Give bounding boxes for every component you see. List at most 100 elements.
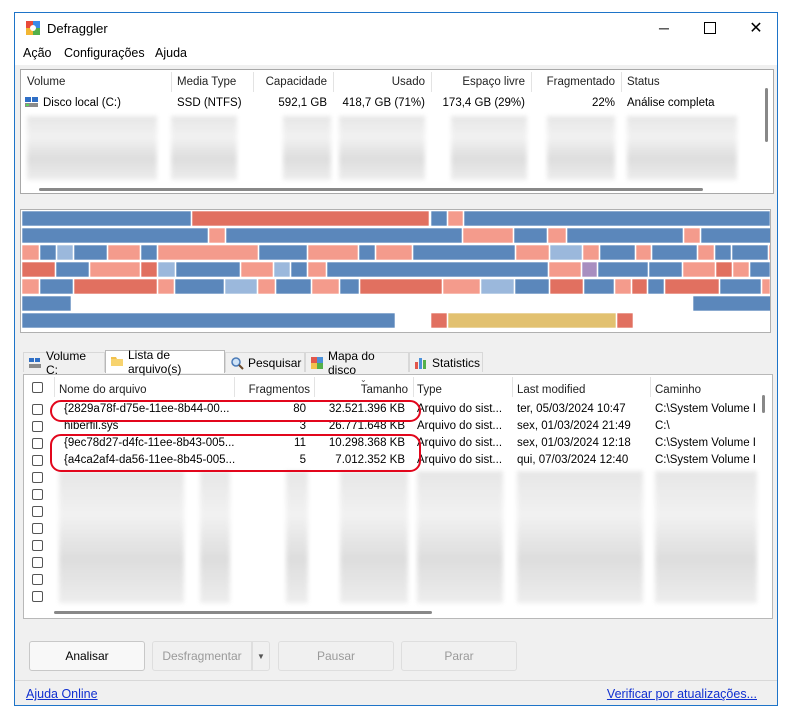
disk-block (597, 261, 649, 278)
disk-block (275, 278, 312, 295)
close-icon: ✕ (749, 20, 763, 37)
disk-block (714, 244, 732, 261)
file-checkbox[interactable] (32, 455, 43, 466)
defraggler-logo-icon (26, 21, 40, 35)
select-all-checkbox[interactable] (32, 382, 43, 393)
minimize-button[interactable]: ─ (641, 13, 687, 43)
drives-horizontal-scrollbar[interactable] (39, 188, 703, 191)
close-button[interactable]: ✕ (733, 13, 777, 43)
disk-block (21, 295, 72, 312)
disk-block (631, 278, 648, 295)
tab-search[interactable]: Pesquisar (225, 352, 305, 372)
files-vertical-scrollbar[interactable] (762, 395, 765, 413)
file-type: Arquivo do sist... (417, 403, 503, 415)
col-last-modified[interactable]: Last modified (517, 384, 585, 396)
disk-block (307, 261, 327, 278)
defrag-button[interactable]: Desfragmentar (152, 641, 252, 671)
disk-block (447, 312, 617, 329)
footer-divider (15, 680, 777, 681)
pause-button[interactable]: Pausar (278, 641, 394, 671)
blurred-area (339, 116, 425, 180)
file-checkbox[interactable] (32, 506, 43, 517)
app-window: Defraggler ─ ✕ Ação Configurações Ajuda … (14, 12, 778, 706)
file-checkbox[interactable] (32, 574, 43, 585)
disk-block (682, 261, 716, 278)
menu-configuracoes[interactable]: Configurações (64, 46, 145, 60)
tab-statistics[interactable]: Statistics (409, 352, 483, 372)
col-filename[interactable]: Nome do arquivo (59, 384, 147, 396)
menu-acao[interactable]: Ação (23, 46, 52, 60)
disk-block (107, 244, 141, 261)
disk-block (225, 227, 463, 244)
check-updates-link[interactable]: Verificar por atualizações... (607, 687, 757, 701)
file-checkbox[interactable] (32, 540, 43, 551)
col-status[interactable]: Status (627, 76, 660, 88)
tab-file-list[interactable]: Lista de arquivo(s) (105, 348, 225, 376)
col-path[interactable]: Caminho (655, 384, 701, 396)
tab-disk-map[interactable]: Mapa do disco (305, 349, 409, 377)
disk-block (21, 261, 56, 278)
file-path: C:\System Volume Ir (655, 454, 755, 466)
drives-list[interactable]: Volume Media Type Capacidade Usado Espaç… (20, 69, 774, 194)
disk-block (257, 278, 276, 295)
tab-bar: Volume C: Lista de arquivo(s) Pesquisar … (21, 348, 771, 377)
col-fragmented[interactable]: Fragmentado (537, 76, 615, 88)
file-checkbox[interactable] (32, 404, 43, 415)
disk-block (664, 278, 720, 295)
disk-block (731, 244, 769, 261)
file-checkbox[interactable] (32, 472, 43, 483)
disk-map (20, 209, 771, 333)
col-used[interactable]: Usado (339, 76, 425, 88)
analyze-button[interactable]: Analisar (29, 641, 145, 671)
drives-vertical-scrollbar[interactable] (765, 88, 768, 142)
col-free[interactable]: Espaço livre (437, 76, 525, 88)
tab-volume[interactable]: Volume C: (23, 349, 105, 377)
disk-block (358, 244, 376, 261)
maximize-button[interactable] (687, 13, 733, 43)
drive-free: 173,4 GB (29%) (442, 97, 525, 109)
files-horizontal-scrollbar[interactable] (54, 611, 432, 614)
online-help-link[interactable]: Ajuda Online (26, 687, 98, 701)
disk-block (515, 244, 550, 261)
disk-block (224, 278, 258, 295)
col-media-type[interactable]: Media Type (177, 76, 236, 88)
disk-block (547, 227, 567, 244)
drive-icon (29, 358, 41, 368)
blurred-area (200, 471, 230, 603)
file-checkbox[interactable] (32, 421, 43, 432)
blurred-area (451, 116, 527, 180)
blurred-area (59, 471, 184, 603)
file-checkbox[interactable] (32, 438, 43, 449)
col-capacity[interactable]: Capacidade (259, 76, 327, 88)
disk-block (599, 244, 636, 261)
file-checkbox[interactable] (32, 489, 43, 500)
disk-block (290, 261, 308, 278)
menu-ajuda[interactable]: Ajuda (155, 46, 187, 60)
disk-block (549, 278, 584, 295)
file-checkbox[interactable] (32, 591, 43, 602)
defrag-dropdown-button[interactable]: ▼ (252, 641, 270, 671)
disk-block (651, 244, 698, 261)
disk-block (548, 261, 582, 278)
disk-block (581, 261, 598, 278)
blurred-area (283, 116, 331, 180)
disk-block (157, 244, 259, 261)
highlight-rows-3-4 (50, 434, 421, 472)
file-checkbox[interactable] (32, 557, 43, 568)
disk-block (273, 261, 291, 278)
col-volume[interactable]: Volume (27, 76, 65, 88)
blurred-area (286, 471, 308, 603)
blurred-area (171, 116, 237, 180)
blurred-area (27, 116, 157, 180)
col-size[interactable]: Tamanho (320, 384, 408, 396)
drive-fragmented: 22% (591, 97, 615, 109)
disk-block (56, 244, 74, 261)
col-fragments[interactable]: Fragmentos (240, 384, 310, 396)
col-type[interactable]: Type (417, 384, 442, 396)
stop-button[interactable]: Parar (401, 641, 517, 671)
disk-block (174, 278, 225, 295)
disk-block (157, 278, 175, 295)
disk-block (480, 278, 515, 295)
file-checkbox[interactable] (32, 523, 43, 534)
blurred-area (547, 116, 615, 180)
